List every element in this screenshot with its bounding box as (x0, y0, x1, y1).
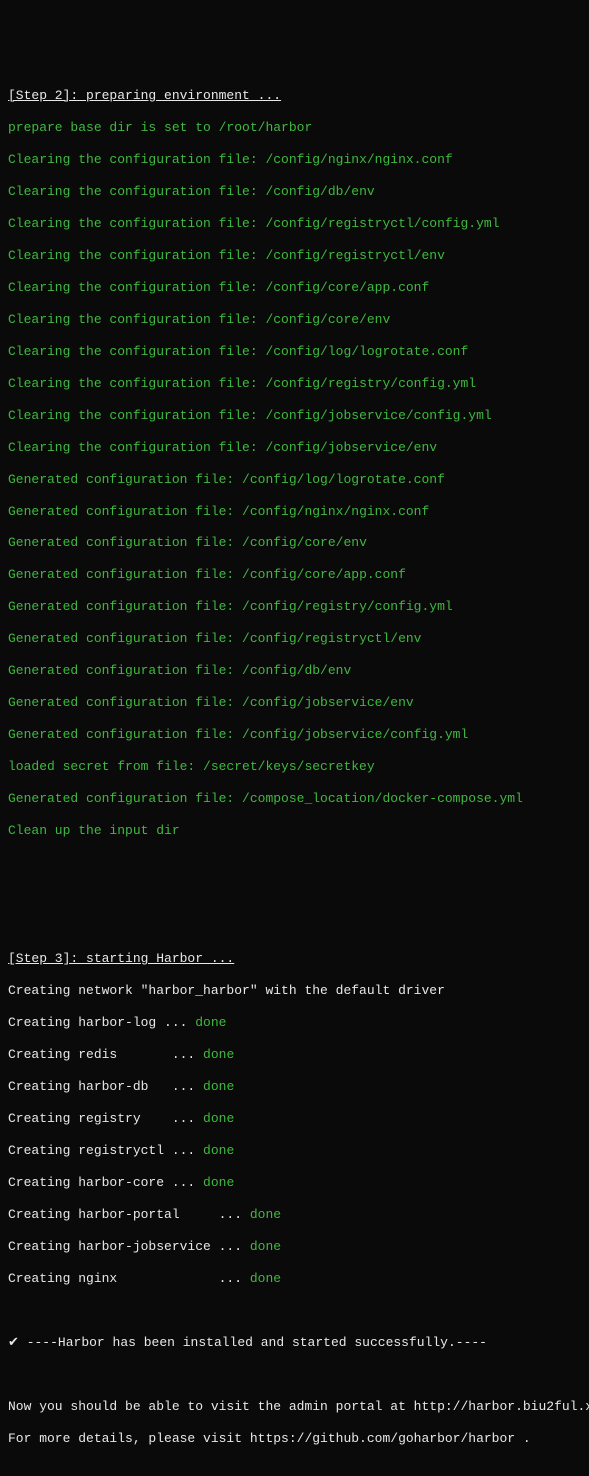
service-line: Creating harbor-log ... done (8, 1015, 581, 1031)
prepare-line: prepare base dir is set to /root/harbor (8, 120, 581, 136)
clearing-line: Clearing the configuration file: /config… (8, 280, 581, 296)
clearing-line: Clearing the configuration file: /config… (8, 216, 581, 232)
clearing-line: Clearing the configuration file: /config… (8, 376, 581, 392)
blank-line (8, 919, 581, 935)
success-line: ✔ ----Harbor has been installed and star… (8, 1335, 581, 1351)
network-line: Creating network "harbor_harbor" with th… (8, 983, 581, 999)
compose-line: Generated configuration file: /compose_l… (8, 791, 581, 807)
blank-line (8, 1367, 581, 1383)
generated-line: Generated configuration file: /config/ng… (8, 504, 581, 520)
details-line: For more details, please visit https://g… (8, 1431, 581, 1447)
clearing-line: Clearing the configuration file: /config… (8, 248, 581, 264)
clearing-line: Clearing the configuration file: /config… (8, 344, 581, 360)
step2-header: [Step 2]: preparing environment ... (8, 88, 581, 104)
clearing-line: Clearing the configuration file: /config… (8, 184, 581, 200)
generated-line: Generated configuration file: /config/re… (8, 631, 581, 647)
portal-line: Now you should be able to visit the admi… (8, 1399, 581, 1415)
terminal-output: [Step 2]: preparing environment ... prep… (8, 72, 581, 1476)
service-line: Creating harbor-core ... done (8, 1175, 581, 1191)
service-line: Creating redis ... done (8, 1047, 581, 1063)
generated-line: Generated configuration file: /config/re… (8, 599, 581, 615)
generated-line: Generated configuration file: /config/jo… (8, 695, 581, 711)
clearing-line: Clearing the configuration file: /config… (8, 312, 581, 328)
generated-line: Generated configuration file: /config/co… (8, 535, 581, 551)
cleanup-line: Clean up the input dir (8, 823, 581, 839)
clearing-line: Clearing the configuration file: /config… (8, 152, 581, 168)
blank-line (8, 1463, 581, 1476)
step3-header: [Step 3]: starting Harbor ... (8, 951, 581, 967)
check-icon: ✔ (8, 1335, 19, 1350)
service-line: Creating harbor-db ... done (8, 1079, 581, 1095)
clearing-line: Clearing the configuration file: /config… (8, 408, 581, 424)
service-line: Creating harbor-jobservice ... done (8, 1239, 581, 1255)
generated-line: Generated configuration file: /config/co… (8, 567, 581, 583)
service-line: Creating harbor-portal ... done (8, 1207, 581, 1223)
blank-line (8, 887, 581, 903)
blank-line (8, 855, 581, 871)
service-line: Creating nginx ... done (8, 1271, 581, 1287)
clearing-line: Clearing the configuration file: /config… (8, 440, 581, 456)
service-line: Creating registry ... done (8, 1111, 581, 1127)
generated-line: Generated configuration file: /config/lo… (8, 472, 581, 488)
generated-line: Generated configuration file: /config/jo… (8, 727, 581, 743)
generated-line: Generated configuration file: /config/db… (8, 663, 581, 679)
secret-line: loaded secret from file: /secret/keys/se… (8, 759, 581, 775)
service-line: Creating registryctl ... done (8, 1143, 581, 1159)
blank-line (8, 1303, 581, 1319)
